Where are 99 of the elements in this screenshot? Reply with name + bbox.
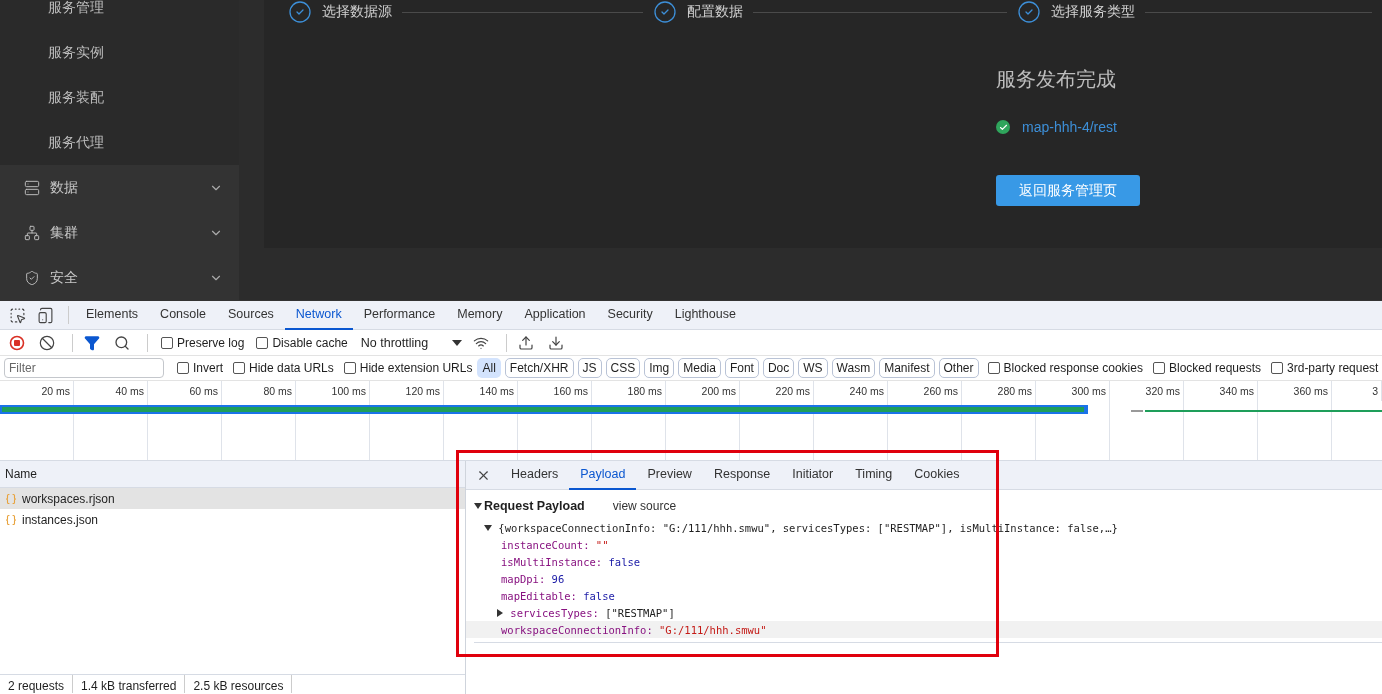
sidebar-group-label[interactable]: 集群: [50, 223, 78, 242]
checkbox[interactable]: Preserve log: [161, 335, 245, 350]
payload-property-row[interactable]: instanceCount: "": [466, 536, 1382, 553]
checkbox-square[interactable]: [177, 362, 189, 374]
expanded-triangle-icon[interactable]: [474, 502, 482, 510]
braces-icon: [5, 492, 17, 505]
status-text: 2.5 kB resources: [185, 675, 293, 693]
timeline-tick-label: 40 ms: [74, 381, 148, 401]
type-filter-button[interactable]: Other: [938, 358, 979, 378]
devtools-tab[interactable]: Security: [596, 300, 664, 330]
type-filter-button[interactable]: Wasm: [831, 358, 876, 378]
timeline-tick-label: 220 ms: [740, 381, 814, 401]
name-column-header[interactable]: Name: [0, 461, 465, 488]
expanded-triangle-icon[interactable]: [484, 523, 492, 532]
type-filter-button[interactable]: Img: [644, 358, 675, 378]
checkbox-square[interactable]: [161, 336, 173, 349]
timeline-tick-label: 3: [1332, 381, 1382, 401]
devtools-tab[interactable]: Performance: [352, 300, 447, 330]
throttling-dropdown[interactable]: No throttling: [360, 335, 463, 350]
checkbox-label: Preserve log: [177, 335, 245, 350]
timeline-tick-label: 320 ms: [1110, 381, 1184, 401]
payload-property-row[interactable]: workspaceConnectionInfo: "G:/111/hhh.smwu": [466, 621, 1382, 638]
checkbox[interactable]: Invert: [177, 361, 223, 375]
devtools-tab[interactable]: Application: [513, 300, 597, 330]
filter-field[interactable]: Filter: [4, 358, 164, 378]
checkbox-label: Invert: [193, 361, 223, 375]
checkbox-square[interactable]: [1271, 362, 1284, 374]
timeline-tick-label: 60 ms: [148, 381, 222, 401]
type-filter-button[interactable]: JS: [577, 358, 602, 378]
type-filter-button[interactable]: All: [477, 358, 501, 378]
type-filter-button[interactable]: WS: [798, 358, 828, 378]
request-row[interactable]: workspaces.rjson: [0, 488, 465, 509]
timeline-tick-label: 280 ms: [962, 381, 1036, 401]
timeline-tick-label: 80 ms: [222, 381, 296, 401]
checkbox[interactable]: Disable cache: [256, 335, 348, 350]
step-label: 配置数据: [686, 3, 743, 21]
view-source-link[interactable]: view source: [612, 499, 677, 513]
checkbox-square[interactable]: [256, 336, 269, 349]
devtools-tab[interactable]: Sources: [217, 300, 285, 330]
timeline-tick-label: 360 ms: [1258, 381, 1332, 401]
devtools-tab[interactable]: Memory: [446, 300, 514, 330]
sidebar-group-label[interactable]: 数据: [50, 178, 78, 197]
timeline-tick-label: 340 ms: [1184, 381, 1258, 401]
detail-tab[interactable]: Preview: [636, 460, 703, 490]
detail-tab[interactable]: Initiator: [781, 460, 845, 490]
step-label: 选择服务类型: [1051, 3, 1136, 21]
status-text: 1.4 kB transferred: [73, 675, 186, 693]
payload-property-row[interactable]: isMultiInstance: false: [466, 553, 1382, 570]
collapsed-triangle-icon[interactable]: [496, 608, 504, 617]
payload-title[interactable]: Request Payload: [484, 499, 585, 513]
payload-property-row[interactable]: mapEditable: false: [466, 587, 1382, 604]
type-filter-button[interactable]: Manifest: [879, 358, 935, 378]
braces-icon: [5, 513, 17, 526]
step-label: 选择数据源: [322, 3, 392, 21]
timeline-tick-label: 160 ms: [518, 381, 592, 401]
devtools-tab[interactable]: Lighthouse: [663, 300, 747, 330]
timeline-tick-label: 180 ms: [592, 381, 666, 401]
success-check-icon: [996, 120, 1010, 134]
checkbox[interactable]: Hide data URLs: [233, 361, 334, 375]
timeline-tick-label: 100 ms: [296, 381, 370, 401]
caret-icon: [452, 339, 463, 346]
result-title: 服务发布完成: [996, 67, 1116, 92]
type-filter-button[interactable]: CSS: [605, 358, 641, 378]
network-icon: [24, 224, 40, 241]
timeline-tick-label: 260 ms: [888, 381, 962, 401]
timeline-tick-label: 200 ms: [666, 381, 740, 401]
type-filter-button[interactable]: Media: [678, 358, 721, 378]
timeline-tick-label: 140 ms: [444, 381, 518, 401]
payload-property-row[interactable]: servicesTypes: ["RESTMAP"]: [466, 604, 1382, 621]
type-filter-button[interactable]: Doc: [762, 358, 795, 378]
timeline-tick-label: 300 ms: [1036, 381, 1110, 401]
payload-property-row[interactable]: mapDpi: 96: [466, 570, 1382, 587]
detail-tab[interactable]: Payload: [569, 460, 637, 490]
type-filter-button[interactable]: Fetch/XHR: [504, 358, 574, 378]
type-filter-button[interactable]: Font: [724, 358, 759, 378]
checkbox-square[interactable]: [233, 362, 245, 374]
timeline-tick-label: 240 ms: [814, 381, 888, 401]
checkbox-square[interactable]: [343, 362, 356, 374]
devtools-tab[interactable]: Elements: [75, 300, 150, 330]
timeline-tick-label: 120 ms: [370, 381, 444, 401]
server-icon: [24, 179, 40, 196]
detail-tab[interactable]: Response: [702, 460, 782, 490]
request-row[interactable]: instances.json: [0, 509, 465, 530]
shield-icon: [24, 269, 40, 286]
status-text: 2 requests: [0, 675, 74, 693]
detail-tab[interactable]: Timing: [844, 460, 904, 490]
checkbox-label: Disable cache: [272, 335, 348, 350]
devtools-tab[interactable]: Network: [284, 300, 353, 330]
request-name: instances.json: [22, 512, 99, 527]
sidebar-group-label[interactable]: 安全: [50, 268, 78, 287]
detail-tab[interactable]: Cookies: [903, 460, 971, 490]
detail-tab[interactable]: Headers: [500, 460, 570, 490]
timeline-tick-label: 20 ms: [0, 381, 74, 401]
request-name: workspaces.rjson: [22, 491, 115, 506]
devtools-tab[interactable]: Console: [149, 300, 217, 330]
service-link[interactable]: map-hhh-4/rest: [1022, 119, 1117, 135]
checkbox-square[interactable]: [987, 362, 1000, 374]
checkbox-square[interactable]: [1152, 362, 1165, 374]
checkbox-label: Hide data URLs: [249, 361, 334, 375]
